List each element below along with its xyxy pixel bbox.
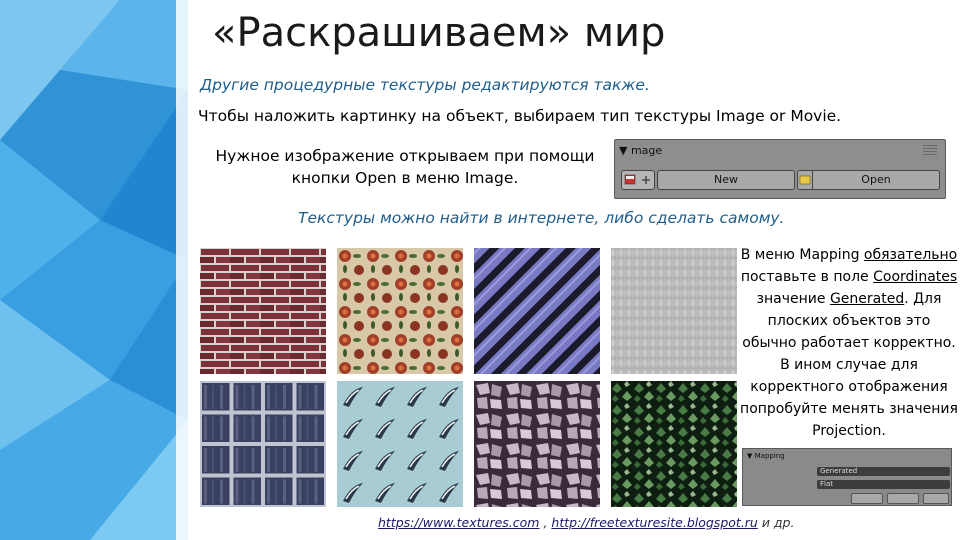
image-panel-screenshot: ▼ mage New Open bbox=[614, 139, 946, 199]
open-image-button[interactable]: Open bbox=[812, 170, 940, 190]
image-texture-instruction: Чтобы наложить картинку на объект, выбир… bbox=[198, 107, 842, 125]
mapping-instructions: В меню Mapping обязательно поставьте в п… bbox=[740, 244, 958, 442]
slide-title: «Раскрашиваем» мир bbox=[212, 10, 666, 56]
metal-tiles-texture bbox=[200, 381, 326, 507]
links-separator: , bbox=[539, 515, 552, 530]
mapping-text-part: поставьте в поле bbox=[740, 269, 874, 285]
knit-texture bbox=[611, 248, 737, 374]
open-image-instruction: Нужное изображение открываем при помощи … bbox=[215, 147, 595, 187]
image-panel-row: New Open bbox=[621, 168, 940, 190]
textures-source-note: Текстуры можно найти в интернете, либо с… bbox=[298, 209, 785, 227]
diagonal-stripes-texture bbox=[474, 248, 600, 374]
new-image-button[interactable]: New bbox=[657, 170, 795, 190]
image-browse-icon[interactable] bbox=[621, 170, 655, 190]
mapping-panel-header-row: ▼ Mapping bbox=[747, 452, 947, 462]
mapping-panel-screenshot: ▼ Mapping Generated Flat bbox=[742, 448, 952, 506]
z-field[interactable] bbox=[923, 493, 949, 504]
x-field[interactable] bbox=[851, 493, 883, 504]
dolphin-pattern-texture bbox=[337, 381, 463, 507]
mapping-text-part: В меню Mapping bbox=[740, 247, 864, 263]
mapping-text-part: . Для плоских объектов это обычно работа… bbox=[740, 291, 958, 439]
texture-links: https://www.textures.com , http://freete… bbox=[378, 515, 794, 530]
grip-icon bbox=[923, 145, 937, 155]
mapping-panel-header: ▼ Mapping bbox=[747, 452, 785, 460]
folder-icon[interactable] bbox=[797, 170, 813, 190]
stone-texture bbox=[474, 381, 600, 507]
projection-row: Flat bbox=[747, 480, 950, 490]
projection-field[interactable]: Flat bbox=[817, 480, 950, 489]
coordinates-row: Generated bbox=[747, 467, 950, 477]
links-suffix: и др. bbox=[757, 515, 795, 530]
transform-row bbox=[747, 493, 949, 504]
floral-texture bbox=[337, 248, 463, 374]
mapping-text-generated: Generated bbox=[829, 291, 905, 307]
y-field[interactable] bbox=[887, 493, 919, 504]
coordinates-field[interactable]: Generated bbox=[817, 467, 950, 476]
subtitle-procedural-textures: Другие процедурные текстуры редактируютс… bbox=[200, 76, 650, 94]
textures-com-link[interactable]: https://www.textures.com bbox=[378, 515, 539, 530]
sidebar-decoration bbox=[0, 0, 188, 540]
image-panel-header: ▼ mage bbox=[619, 144, 663, 157]
mapping-text-part: значение bbox=[756, 291, 830, 307]
mapping-text-coordinates: Coordinates bbox=[873, 269, 958, 285]
ivy-texture bbox=[611, 381, 737, 507]
mapping-text-emphasis: обязательно bbox=[863, 247, 958, 263]
freetexturesite-link[interactable]: http://freetexturesite.blogspot.ru bbox=[551, 515, 757, 530]
brick-texture bbox=[200, 248, 326, 374]
